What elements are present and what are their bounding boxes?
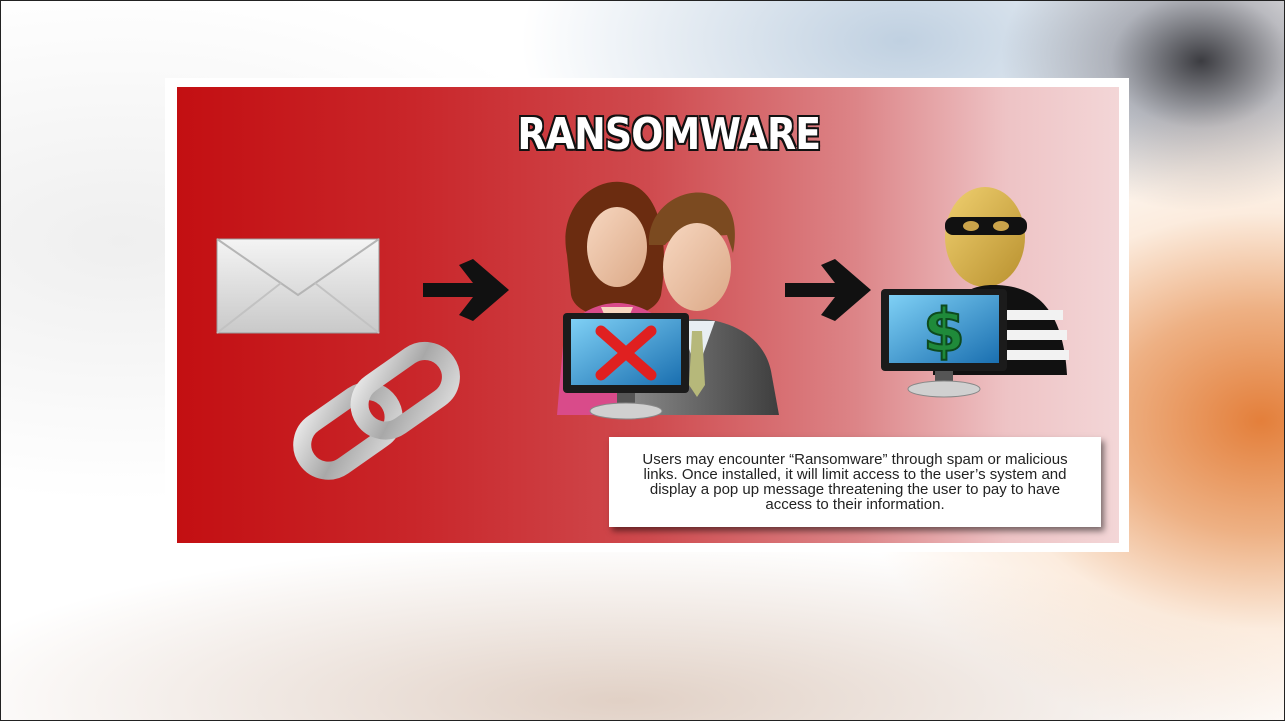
ransomware-diagram: RANSOMWARE $ Users may encounter “Ransom… (177, 87, 1119, 543)
arrow-right-icon (785, 259, 871, 321)
description-box: Users may encounter “Ransomware” through… (609, 437, 1101, 527)
chain-link-icon (293, 341, 460, 480)
arrow-right-icon (423, 259, 509, 321)
diagram-title: RANSOMWARE (516, 108, 822, 162)
description-text: Users may encounter “Ransomware” through… (642, 451, 1068, 513)
monitor-dollar-icon: $ (881, 289, 1007, 398)
monitor-x-icon (563, 313, 689, 420)
svg-text:$: $ (923, 296, 965, 366)
envelope-icon (216, 238, 380, 334)
slide-background: RANSOMWARE $ Users may encounter “Ransom… (0, 0, 1285, 721)
